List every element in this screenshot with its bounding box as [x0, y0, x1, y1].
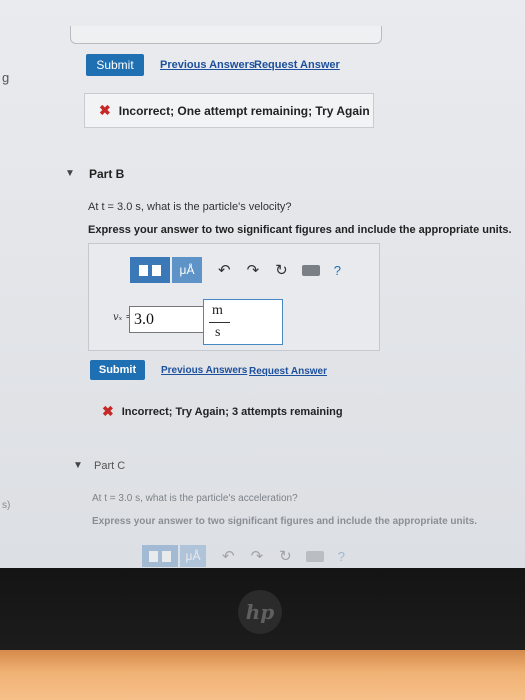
- part-c-math-toolbar: μÅ ↶ ↷ ↻ ?: [142, 545, 345, 567]
- answer-box-edge: [70, 26, 382, 44]
- cut-off-text: s): [2, 500, 11, 511]
- unit-denominator: s: [215, 325, 221, 340]
- math-toolbar: μÅ ↶ ↷ ↻ ?: [130, 257, 341, 283]
- undo-icon[interactable]: ↶: [218, 261, 231, 279]
- part-c-title[interactable]: Part C: [94, 460, 125, 472]
- redo-icon[interactable]: ↷: [247, 261, 260, 279]
- redo-icon[interactable]: ↷: [251, 547, 264, 565]
- part-a-submit-button[interactable]: Submit: [86, 54, 144, 76]
- browser-screen: g s) Submit Previous Answers Request Ans…: [0, 0, 525, 572]
- units-button[interactable]: μÅ: [180, 545, 206, 567]
- reset-icon[interactable]: ↻: [275, 261, 288, 279]
- part-c-question: At t = 3.0 s, what is the particle's acc…: [92, 493, 298, 504]
- templates-icon[interactable]: [130, 257, 170, 283]
- undo-icon[interactable]: ↶: [222, 547, 235, 565]
- part-b-title[interactable]: Part B: [89, 167, 124, 181]
- value-input[interactable]: 3.0: [129, 306, 204, 333]
- part-a-previous-answers-link[interactable]: Previous Answers: [160, 59, 255, 71]
- templates-icon[interactable]: [142, 545, 178, 567]
- part-b-question: At t = 3.0 s, what is the particle's vel…: [88, 201, 292, 213]
- reset-icon[interactable]: ↻: [279, 547, 292, 565]
- part-b-request-answer-link[interactable]: Request Answer: [249, 366, 327, 377]
- unit-numerator: m: [212, 303, 223, 318]
- keyboard-icon[interactable]: [301, 264, 320, 276]
- incorrect-x-icon: ✖: [99, 102, 111, 118]
- collapse-caret-icon[interactable]: ▼: [73, 460, 83, 471]
- collapse-caret-icon[interactable]: ▼: [65, 168, 75, 179]
- part-b-feedback: ✖ Incorrect; Try Again; 3 attempts remai…: [102, 403, 343, 420]
- part-a-feedback: ✖ Incorrect; One attempt remaining; Try …: [84, 93, 374, 128]
- hp-logo: hp: [238, 590, 282, 634]
- part-b-instruction: Express your answer to two significant f…: [88, 224, 512, 236]
- part-b-previous-answers-link[interactable]: Previous Answers: [161, 365, 247, 376]
- part-c-instruction: Express your answer to two significant f…: [92, 516, 478, 527]
- feedback-text: Incorrect; Try Again; 3 attempts remaini…: [121, 405, 343, 418]
- keyboard-icon[interactable]: [305, 550, 324, 562]
- part-a-request-answer-link[interactable]: Request Answer: [254, 59, 340, 71]
- laptop-base: [0, 650, 525, 700]
- cut-off-text: g: [2, 70, 10, 85]
- help-icon[interactable]: ?: [338, 549, 345, 564]
- incorrect-x-icon: ✖: [102, 403, 114, 419]
- feedback-text: Incorrect; One attempt remaining; Try Ag…: [118, 103, 370, 118]
- fraction-bar: [209, 322, 230, 323]
- part-b-submit-button[interactable]: Submit: [90, 360, 145, 380]
- help-icon[interactable]: ?: [334, 263, 341, 278]
- units-button[interactable]: μÅ: [172, 257, 202, 283]
